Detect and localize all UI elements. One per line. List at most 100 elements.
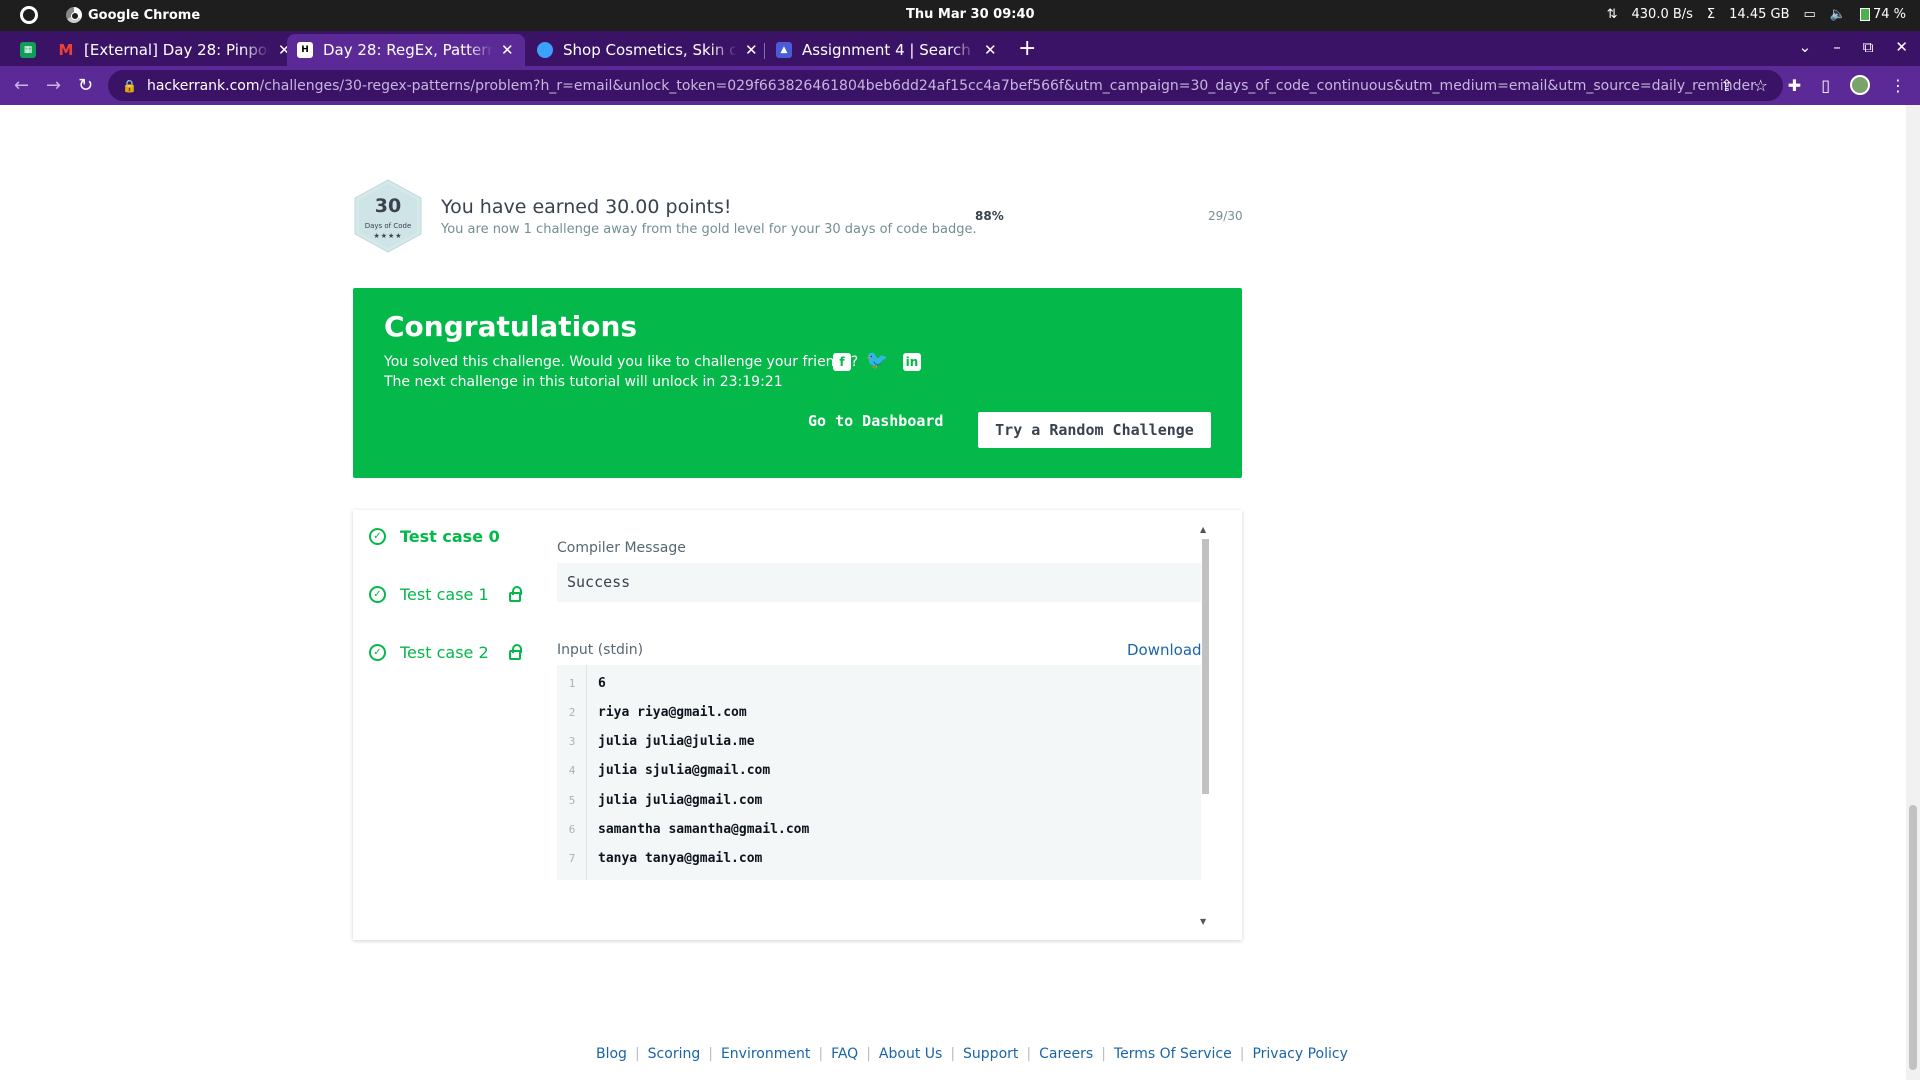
check-circle-icon: ✓: [369, 644, 386, 661]
download-input-link[interactable]: Download: [1127, 641, 1202, 659]
code-line: 16: [557, 673, 606, 693]
url-path: /challenges/30-regex-patterns/problem?h_…: [259, 77, 1756, 94]
volume-icon: 🔈: [1829, 7, 1846, 22]
footer-link-faq[interactable]: FAQ: [831, 1046, 858, 1062]
line-text: tanya tanya@gmail.com: [598, 850, 763, 866]
restore-icon[interactable]: ⧉: [1863, 38, 1874, 56]
sigma-label: Σ: [1706, 7, 1716, 22]
share-icon[interactable]: ⇪: [1720, 76, 1733, 95]
footer-link-privacy[interactable]: Privacy Policy: [1252, 1046, 1347, 1062]
check-circle-icon: ✓: [369, 586, 386, 603]
line-text: samantha samantha@gmail.com: [598, 821, 810, 837]
bookmark-star-icon[interactable]: ☆: [1753, 76, 1767, 95]
assignment-icon: ▲: [776, 42, 792, 58]
address-bar[interactable]: 🔒 hackerrank.com /challenges/30-regex-pa…: [108, 70, 1783, 101]
os-top-bar: Google Chrome Thu Mar 30 09:40 ⇅ 430.0 B…: [0, 0, 1920, 31]
window-close-icon[interactable]: ✕: [1895, 38, 1908, 56]
points-earned-subtitle: You are now 1 challenge away from the go…: [441, 222, 977, 237]
page-scrollbar[interactable]: [1906, 105, 1920, 1080]
footer-link-environment[interactable]: Environment: [721, 1046, 810, 1062]
scrollbar-thumb[interactable]: [1909, 805, 1917, 1070]
footer-link-terms[interactable]: Terms Of Service: [1114, 1046, 1232, 1062]
line-text: riya riya@gmail.com: [598, 704, 747, 720]
forward-icon[interactable]: →: [46, 75, 61, 96]
footer-separator: |: [950, 1046, 956, 1062]
check-circle-icon: ✓: [369, 528, 386, 545]
tab-hackerrank[interactable]: H Day 28: RegEx, Patterns, a ✕: [287, 34, 525, 66]
results-scrollbar[interactable]: ▲ ▼: [1200, 525, 1210, 926]
days-of-code-badge: 30 Days of Code ★★★★: [352, 178, 424, 254]
back-icon[interactable]: ←: [14, 75, 29, 96]
congrats-message: You solved this challenge. Would you lik…: [384, 354, 859, 370]
random-challenge-button[interactable]: Try a Random Challenge: [978, 412, 1211, 448]
input-label: Input (stdin): [557, 642, 644, 658]
close-icon[interactable]: ✕: [984, 41, 997, 59]
code-line: 4 julia sjulia@gmail.com: [557, 760, 771, 780]
footer-link-careers[interactable]: Careers: [1039, 1046, 1093, 1062]
footer-link-support[interactable]: Support: [963, 1046, 1018, 1062]
tab-shop[interactable]: Shop Cosmetics, Skin care ✕: [527, 34, 768, 66]
active-app[interactable]: Google Chrome: [66, 7, 200, 23]
close-icon[interactable]: ✕: [501, 41, 514, 59]
chrome-icon: [66, 7, 82, 23]
points-earned-title: You have earned 30.00 points!: [441, 196, 732, 218]
code-line: 7 tanya tanya@gmail.com: [557, 848, 763, 868]
new-tab-button[interactable]: +: [1018, 36, 1036, 61]
gmail-icon: M: [58, 41, 74, 59]
badge-number: 30: [374, 195, 402, 217]
test-case-1[interactable]: ✓ Test case 1: [369, 585, 522, 604]
code-line: 6 samantha samantha@gmail.com: [557, 819, 810, 839]
window-controls: ⌄ – ⧉ ✕: [1799, 38, 1908, 56]
test-case-2[interactable]: ✓ Test case 2: [369, 643, 522, 662]
test-case-label: Test case 2: [400, 643, 489, 662]
toolbar-actions: ⇪ ☆ ✚ ▯ ⋮: [1720, 75, 1906, 95]
scroll-down-icon[interactable]: ▼: [1200, 917, 1206, 926]
profile-avatar[interactable]: [1850, 75, 1870, 95]
close-icon[interactable]: ✕: [745, 41, 758, 59]
tab-label: Day 28: RegEx, Patterns, a: [323, 41, 493, 59]
tab-label: [External] Day 28: Pinpoint: [84, 41, 270, 59]
facebook-icon[interactable]: f: [833, 353, 851, 371]
unlock-timer-message: The next challenge in this tutorial will…: [384, 374, 783, 390]
tab-assignment[interactable]: ▲ Assignment 4 | Search Flig ✕: [766, 34, 1007, 66]
footer-link-scoring[interactable]: Scoring: [648, 1046, 701, 1062]
lock-icon: [508, 643, 522, 660]
congrats-title: Congratulations: [384, 310, 638, 343]
reload-icon[interactable]: ↻: [78, 75, 93, 96]
code-line: 2 riya riya@gmail.com: [557, 702, 747, 722]
tab-search-icon[interactable]: ⌄: [1799, 38, 1812, 56]
lock-icon: [508, 585, 522, 602]
battery-icon: [1859, 8, 1870, 21]
app-name: Google Chrome: [88, 7, 201, 23]
disk-usage: 14.45 GB: [1729, 7, 1790, 22]
clock[interactable]: Thu Mar 30 09:40: [906, 7, 1035, 22]
extensions-icon[interactable]: ✚: [1788, 76, 1801, 95]
input-code-box: 16 2 riya riya@gmail.com 3 julia julia@jul…: [557, 665, 1201, 880]
go-to-dashboard-button[interactable]: Go to Dashboard: [808, 412, 943, 430]
line-number: 1: [568, 676, 576, 690]
page-footer: Blog | Scoring | Environment | FAQ | About U…: [596, 1046, 1348, 1062]
twitter-icon[interactable]: 🐦: [866, 350, 888, 371]
system-tray[interactable]: ⇅ 430.0 B/s Σ 14.45 GB ▭ 🔈 74 %: [1607, 7, 1906, 22]
tab-label: Shop Cosmetics, Skin care: [563, 41, 737, 59]
sheets-pinned-tab-icon[interactable]: ▦: [20, 42, 36, 58]
badge-label: Days of Code: [364, 222, 412, 230]
activities-icon[interactable]: [20, 6, 38, 24]
battery-percent: 74 %: [1872, 7, 1906, 22]
tab-gmail[interactable]: M [External] Day 28: Pinpoint ✕: [48, 34, 301, 66]
tab-separator: [764, 43, 765, 59]
lock-icon[interactable]: 🔒: [122, 79, 137, 93]
test-case-0[interactable]: ✓ Test case 0: [369, 527, 500, 546]
line-number: 7: [568, 851, 576, 865]
linkedin-icon[interactable]: in: [903, 353, 921, 371]
tab-label: Assignment 4 | Search Flig: [802, 41, 976, 59]
minimize-icon[interactable]: –: [1833, 38, 1841, 56]
results-scroll-thumb[interactable]: [1202, 539, 1209, 794]
menu-icon[interactable]: ⋮: [1890, 76, 1906, 95]
footer-link-about[interactable]: About Us: [879, 1046, 942, 1062]
scroll-up-icon[interactable]: ▲: [1200, 525, 1206, 534]
footer-link-blog[interactable]: Blog: [596, 1046, 627, 1062]
side-panel-icon[interactable]: ▯: [1821, 76, 1830, 95]
url-host: hackerrank.com: [146, 77, 260, 94]
line-number: 3: [568, 734, 576, 748]
